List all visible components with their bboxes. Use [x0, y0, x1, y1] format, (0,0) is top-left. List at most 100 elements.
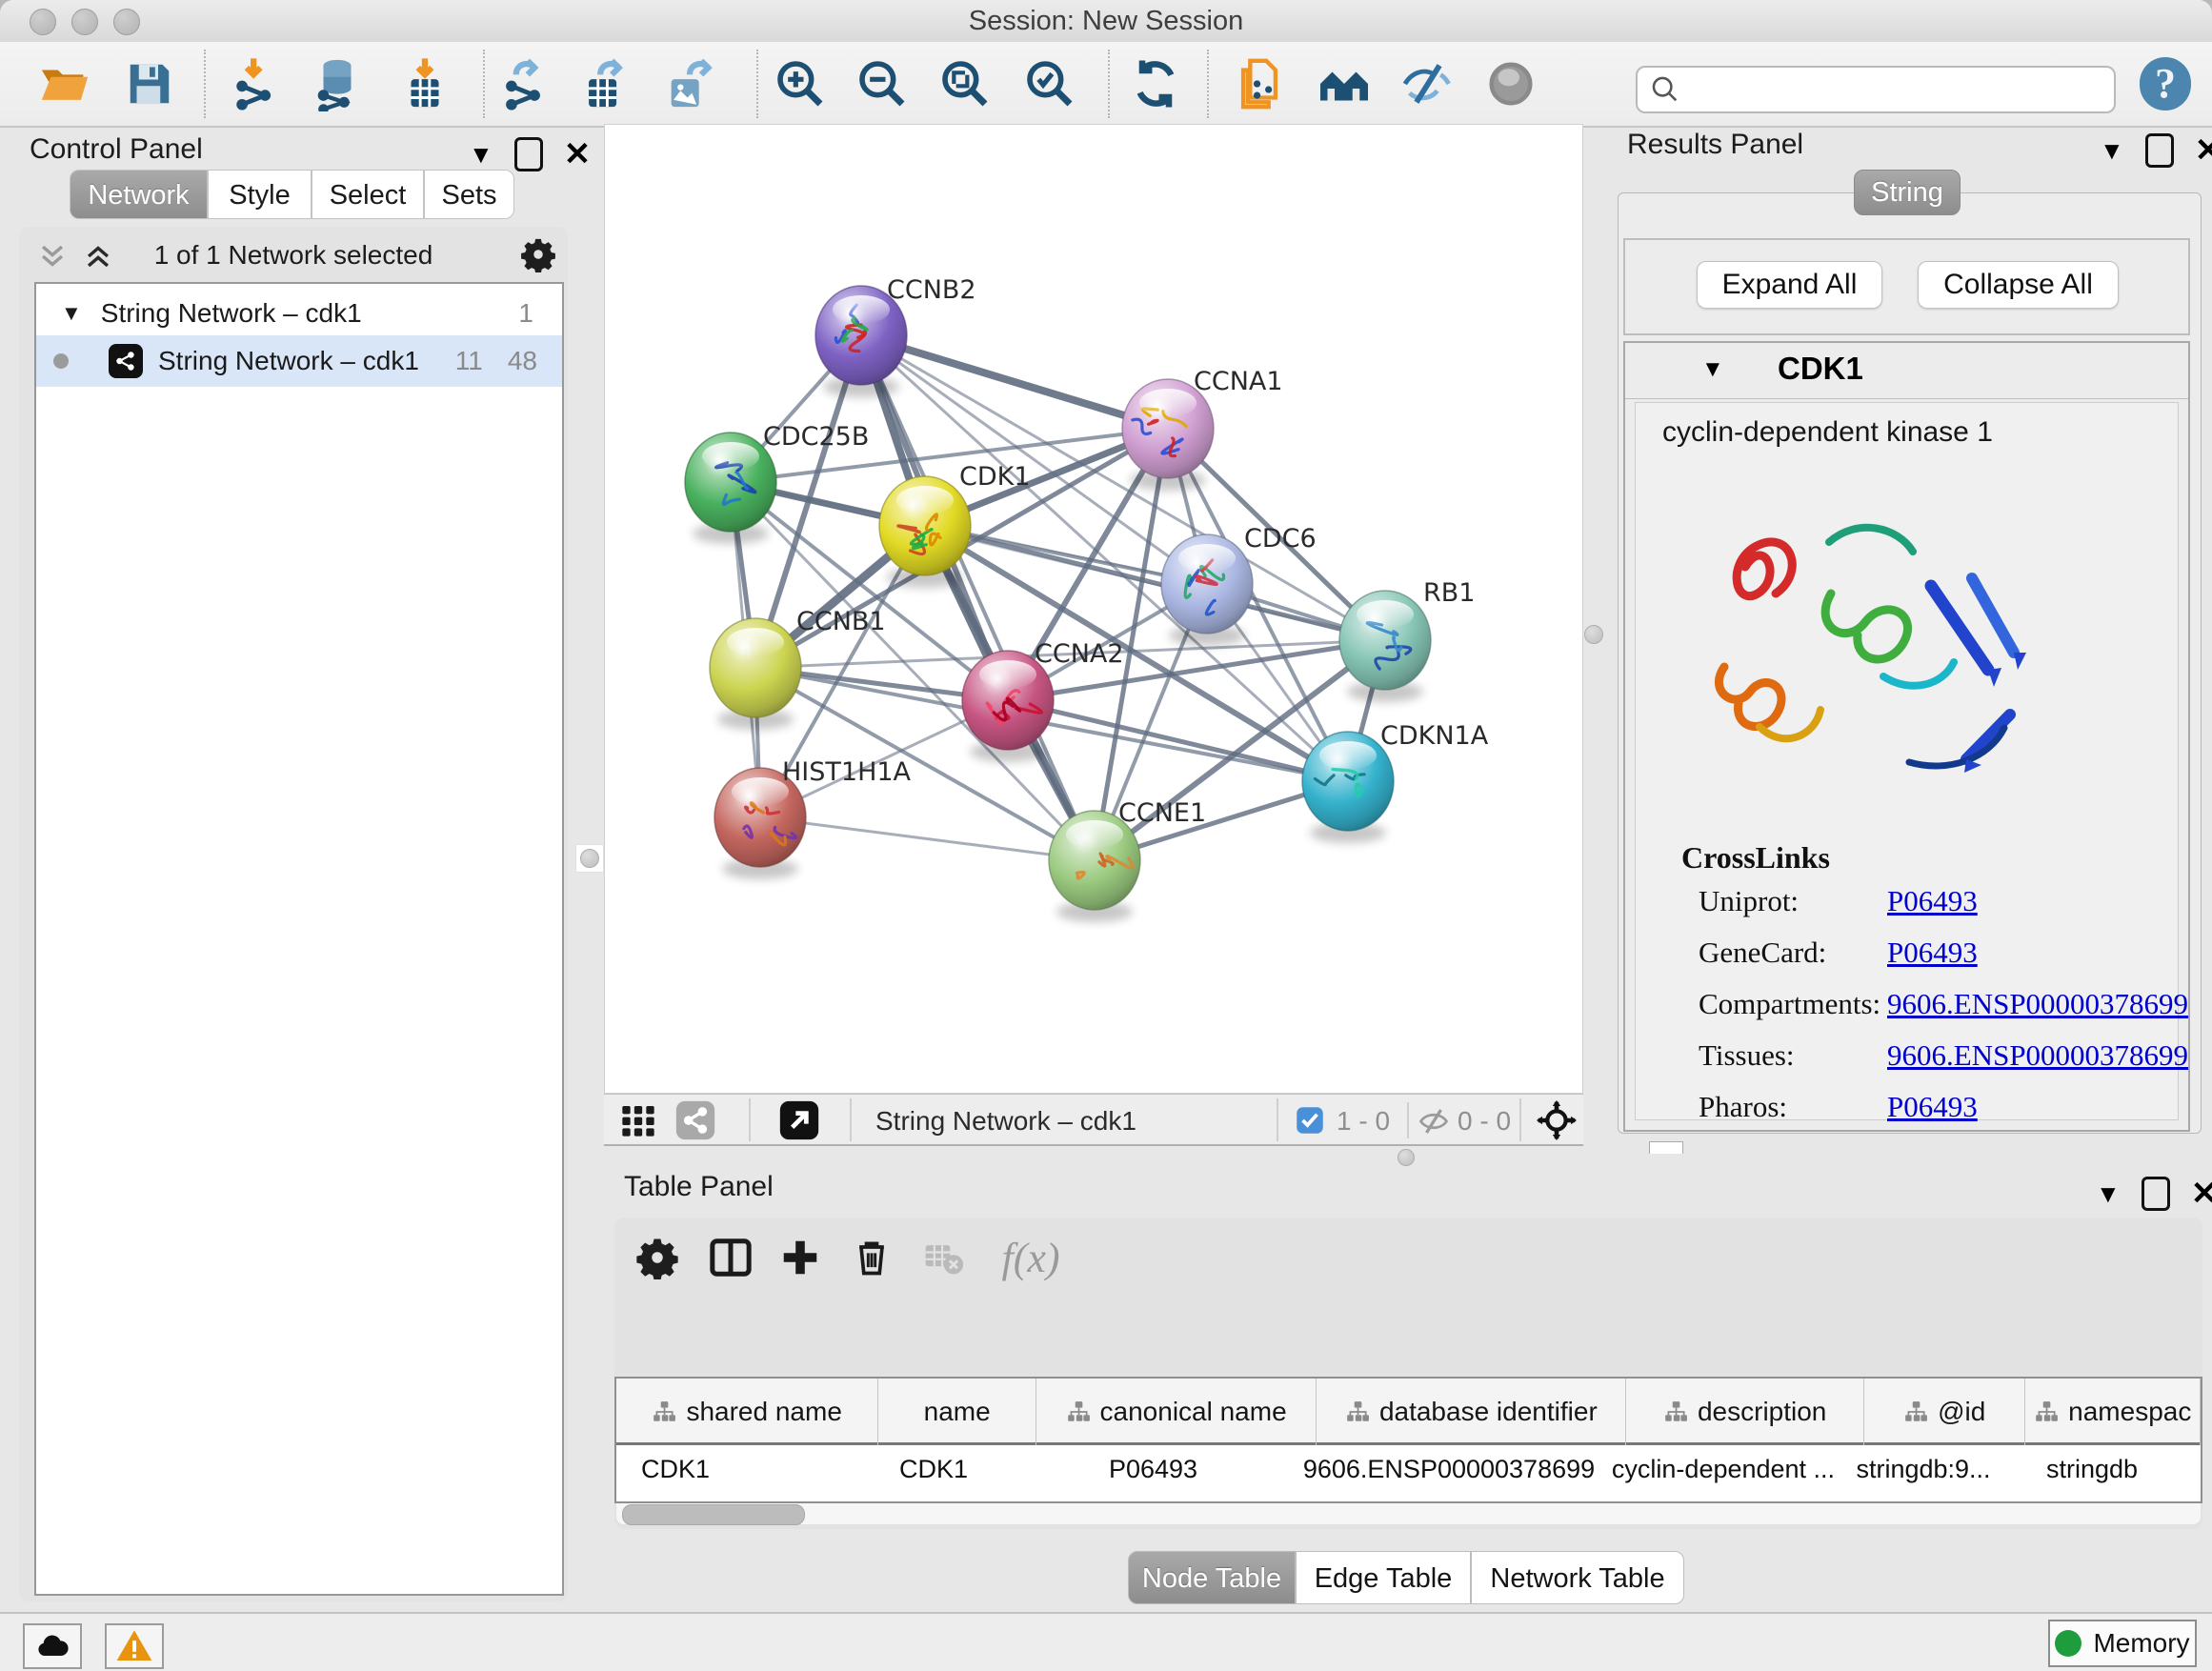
- crosslink-value-link[interactable]: 9606.ENSP00000378699: [1887, 1038, 2188, 1072]
- scrollbar-thumb[interactable]: [622, 1504, 805, 1525]
- node-CCNB1[interactable]: [710, 618, 801, 730]
- tab-edge-table[interactable]: Edge Table: [1296, 1551, 1471, 1604]
- column-header-database-identifier[interactable]: database identifier: [1317, 1379, 1626, 1445]
- show-grid-button[interactable]: [617, 1099, 659, 1141]
- edge-CCNA2-CDKN1A[interactable]: [1008, 700, 1348, 781]
- export-image-button[interactable]: [659, 53, 720, 114]
- search-input[interactable]: [1689, 74, 2114, 106]
- collapse-panel-icon[interactable]: ▼: [2096, 1179, 2121, 1209]
- string-network-graph[interactable]: CCNB2CCNA1CDC25BCDK1CDC6RB1CCNB1CCNA2CDK…: [605, 125, 1582, 1093]
- application-window: Session: New Session: [0, 0, 2212, 1671]
- cloud-status-button[interactable]: [23, 1623, 82, 1669]
- table-cell[interactable]: CDK1: [855, 1445, 1013, 1493]
- control-panel: Control Panel ▼ ✕ Network Style Select S…: [11, 128, 572, 1602]
- show-home-button[interactable]: [1314, 53, 1375, 114]
- birdseye-view-button[interactable]: [1536, 1099, 1578, 1141]
- table-cell[interactable]: cyclin-dependent ...: [1604, 1445, 1842, 1493]
- create-column-button[interactable]: [774, 1231, 827, 1284]
- expand-all-button[interactable]: Expand All: [1697, 261, 1882, 309]
- table-cell[interactable]: stringdb: [2004, 1445, 2180, 1493]
- refresh-button[interactable]: [1125, 53, 1186, 114]
- network-row-selected[interactable]: String Network – cdk1 11 48: [36, 335, 562, 387]
- column-header-name[interactable]: name: [878, 1379, 1036, 1445]
- zoom-fit-button[interactable]: [935, 53, 995, 114]
- network-collection-row[interactable]: ▼ String Network – cdk1 1: [36, 292, 562, 335]
- crosslink-value-link[interactable]: P06493: [1887, 884, 1978, 917]
- tab-string[interactable]: String: [1854, 170, 1961, 215]
- import-table-file-button[interactable]: [394, 53, 455, 114]
- bottom-splitter-dot[interactable]: [1398, 1149, 1415, 1166]
- zoom-in-button[interactable]: [770, 53, 831, 114]
- crosslink-row: Uniprot:P06493: [1636, 884, 2178, 936]
- edge-CCNB2-CCNA1[interactable]: [861, 335, 1168, 429]
- duplicate-network-button[interactable]: [1229, 53, 1290, 114]
- crosslink-value-link[interactable]: P06493: [1887, 936, 1978, 969]
- horizontal-scrollbar[interactable]: [616, 1503, 2201, 1524]
- collapse-panel-icon[interactable]: ▼: [469, 140, 493, 170]
- search-field[interactable]: [1636, 66, 2116, 113]
- collapse-panel-icon[interactable]: ▼: [2100, 136, 2124, 166]
- section-collapse-icon[interactable]: ▼: [1701, 356, 1724, 383]
- help-button[interactable]: ?: [2140, 57, 2191, 111]
- close-panel-icon[interactable]: ✕: [564, 135, 592, 173]
- save-session-button[interactable]: [119, 53, 180, 114]
- open-folder-icon: [37, 56, 92, 111]
- column-header-description[interactable]: description: [1626, 1379, 1863, 1445]
- tab-network[interactable]: Network: [70, 170, 208, 219]
- float-panel-icon[interactable]: [514, 137, 543, 171]
- show-column-button[interactable]: [704, 1231, 757, 1284]
- node-RB1[interactable]: [1339, 591, 1431, 702]
- crosslink-value-link[interactable]: 9606.ENSP00000378699: [1887, 987, 2188, 1020]
- table-cell[interactable]: 9606.ENSP00000378699: [1294, 1445, 1604, 1493]
- table-cell[interactable]: CDK1: [616, 1445, 855, 1493]
- edge-HIST1H1A-CCNE1[interactable]: [760, 817, 1095, 860]
- column-header-canonical-name[interactable]: canonical name: [1036, 1379, 1317, 1445]
- preview-button[interactable]: [1480, 53, 1541, 114]
- zoom-out-button[interactable]: [852, 53, 913, 114]
- open-in-browser-button[interactable]: [778, 1099, 820, 1141]
- hide-panels-button[interactable]: [1398, 53, 1458, 114]
- close-panel-icon[interactable]: ✕: [2195, 131, 2212, 170]
- zoom-in-icon: [774, 57, 827, 111]
- import-network-file-button[interactable]: [228, 53, 289, 114]
- node-label-CCNB2: CCNB2: [887, 275, 976, 305]
- tab-node-table[interactable]: Node Table: [1128, 1551, 1296, 1604]
- right-splitter-dot[interactable]: [1584, 625, 1603, 644]
- tree-expand-icon[interactable]: ▼: [61, 301, 82, 326]
- column-header-shared-name[interactable]: shared name: [616, 1379, 878, 1445]
- network-selection-status: 1 of 1 Network selected: [19, 240, 568, 271]
- export-table-button[interactable]: [574, 53, 635, 114]
- column-header-namespac[interactable]: namespac: [2025, 1379, 2201, 1445]
- node-label-CDK1: CDK1: [959, 462, 1031, 492]
- tab-select[interactable]: Select: [312, 170, 424, 219]
- table-cell[interactable]: P06493: [1013, 1445, 1294, 1493]
- tab-sets[interactable]: Sets: [424, 170, 514, 219]
- table-options-button[interactable]: [631, 1231, 684, 1284]
- gear-icon[interactable]: [520, 236, 556, 272]
- float-panel-icon[interactable]: [2142, 1177, 2170, 1211]
- collapse-all-button[interactable]: Collapse All: [1918, 261, 2119, 309]
- scrolled-section-edge: [1649, 1141, 1683, 1154]
- open-session-button[interactable]: [34, 53, 95, 114]
- left-splitter-dot[interactable]: [580, 849, 599, 868]
- network-canvas[interactable]: CCNB2CCNA1CDC25BCDK1CDC6RB1CCNB1CCNA2CDK…: [604, 124, 1583, 1094]
- zoom-selected-button[interactable]: [1019, 53, 1080, 114]
- tab-network-table[interactable]: Network Table: [1471, 1551, 1684, 1604]
- export-network-button[interactable]: [493, 53, 553, 114]
- float-panel-icon[interactable]: [2145, 133, 2174, 168]
- crosslink-value-link[interactable]: P06493: [1887, 1090, 1978, 1123]
- node-table[interactable]: shared namenamecanonical namedatabase id…: [614, 1377, 2202, 1503]
- warning-status-button[interactable]: [105, 1623, 164, 1669]
- memory-button[interactable]: Memory: [2048, 1620, 2197, 1667]
- close-panel-icon[interactable]: ✕: [2191, 1175, 2212, 1213]
- network-style-button[interactable]: [674, 1099, 716, 1141]
- delete-column-button[interactable]: [845, 1231, 898, 1284]
- column-header--id[interactable]: @id: [1864, 1379, 2026, 1445]
- import-network-database-button[interactable]: [307, 53, 368, 114]
- table-cell[interactable]: stringdb:9...: [1842, 1445, 2004, 1493]
- tab-style[interactable]: Style: [208, 170, 312, 219]
- hidden-items-icon: [1416, 1103, 1452, 1139]
- table-row[interactable]: CDK1CDK1P064939606.ENSP00000378699cyclin…: [616, 1445, 2201, 1493]
- delete-table-button: [916, 1231, 970, 1284]
- memory-status-dot: [2055, 1630, 2081, 1657]
